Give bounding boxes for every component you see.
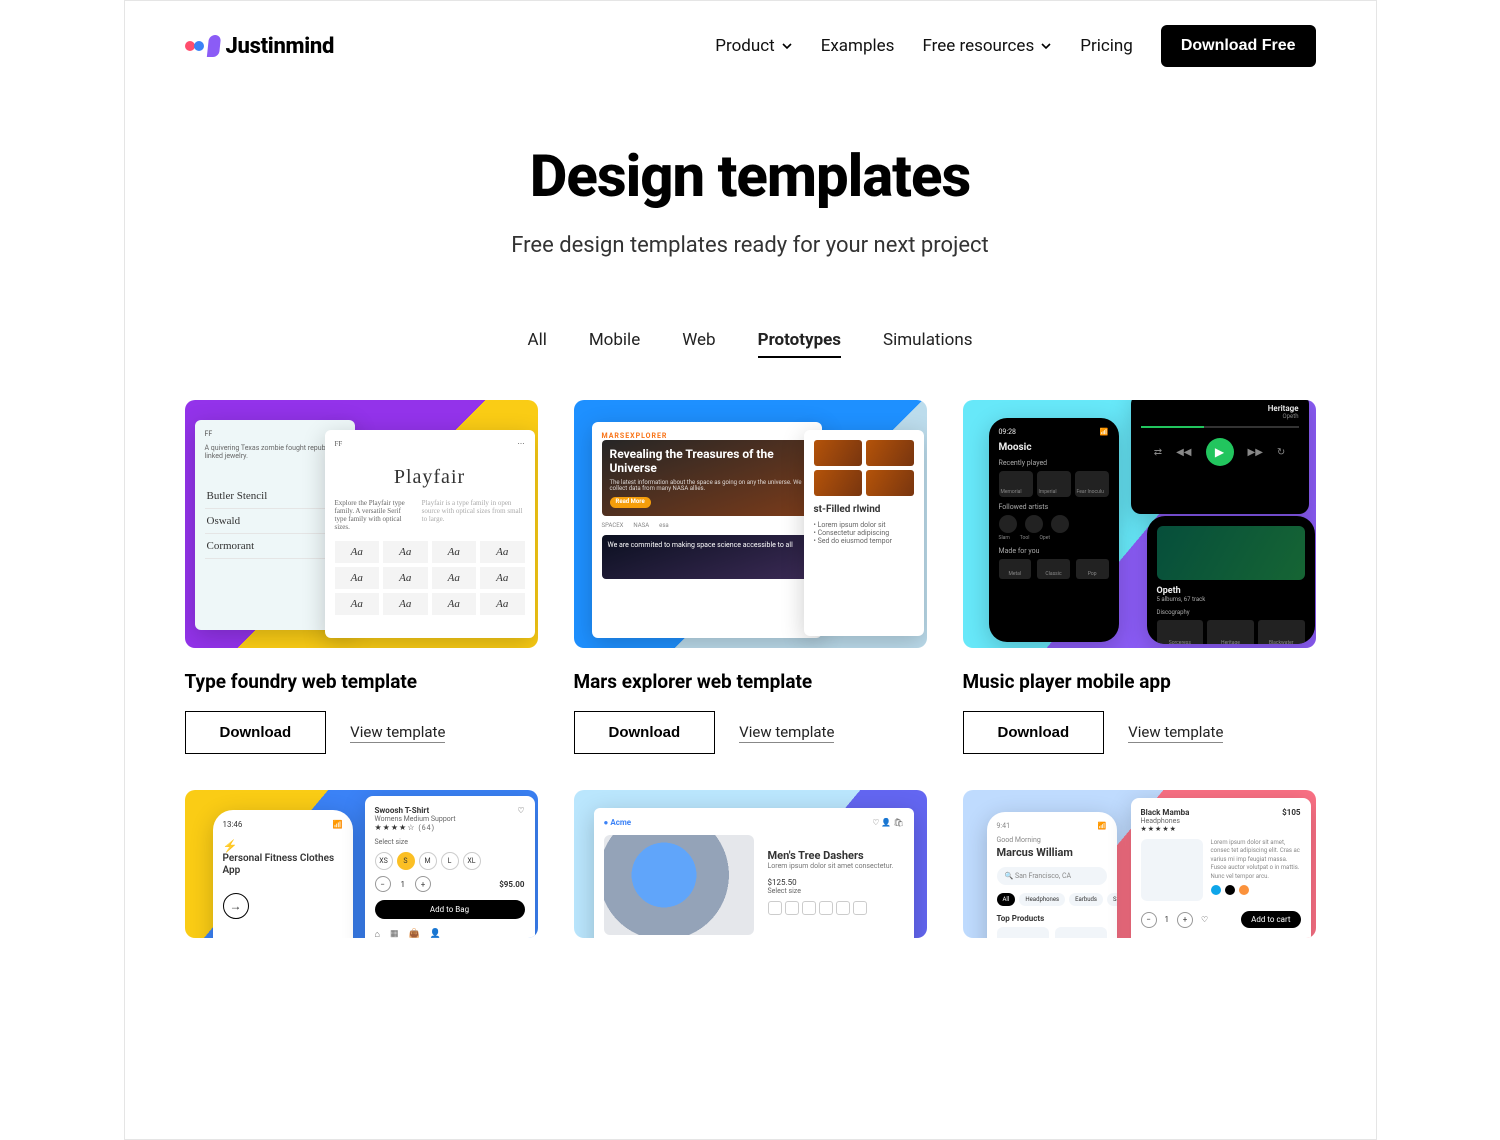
nav-product[interactable]: Product bbox=[715, 36, 792, 56]
chevron-down-icon bbox=[781, 40, 793, 52]
tab-all[interactable]: All bbox=[527, 330, 546, 358]
template-card: 09:28📶 Moosic Recently played MemorialIm… bbox=[963, 400, 1316, 754]
view-template-link[interactable]: View template bbox=[739, 723, 834, 743]
home-icon: ⌂ bbox=[375, 929, 380, 938]
arrow-right-icon: → bbox=[223, 893, 249, 919]
download-button[interactable]: Download bbox=[963, 711, 1105, 754]
download-free-button[interactable]: Download Free bbox=[1161, 25, 1316, 67]
template-thumbnail[interactable]: 9:41📶 Good Morning Marcus William 🔍 San … bbox=[963, 790, 1316, 938]
template-card: 9:41📶 Good Morning Marcus William 🔍 San … bbox=[963, 790, 1316, 938]
nav-label: Free resources bbox=[922, 36, 1034, 56]
template-card: 13:46📶 ⚡ Personal Fitness Clothes App → … bbox=[185, 790, 538, 938]
tab-simulations[interactable]: Simulations bbox=[883, 330, 972, 358]
template-actions: Download View template bbox=[963, 711, 1316, 754]
logo[interactable]: Justinmind bbox=[185, 34, 335, 59]
template-card: MARSEXPLORER Revealing the Treasures of … bbox=[574, 400, 927, 754]
filter-tabs: All Mobile Web Prototypes Simulations bbox=[125, 330, 1376, 358]
nav-label: Product bbox=[715, 36, 774, 56]
main-nav: Product Examples Free resources Pricing … bbox=[715, 25, 1315, 67]
hero: Design templates Free design templates r… bbox=[125, 143, 1376, 258]
template-card: ● Acme♡ 👤 🛍 Men's Tree Dashers Lorem ips… bbox=[574, 790, 927, 938]
mock-fitness-home: 13:46📶 ⚡ Personal Fitness Clothes App → bbox=[213, 810, 353, 938]
template-card: FF⋯ A quivering Texas zombie fought repu… bbox=[185, 400, 538, 754]
page-subtitle: Free design templates ready for your nex… bbox=[125, 233, 1376, 258]
download-button[interactable]: Download bbox=[185, 711, 327, 754]
mock-shop-product: Black Mamba$105 Headphones ★★★★★ Lorem i… bbox=[1131, 798, 1311, 938]
tab-web[interactable]: Web bbox=[682, 330, 715, 358]
player-controls-icon: ⇄◀◀▶▶▶↻ bbox=[1141, 438, 1299, 466]
nav-label: Pricing bbox=[1080, 36, 1133, 56]
logo-text: Justinmind bbox=[226, 34, 335, 59]
template-actions: Download View template bbox=[185, 711, 538, 754]
tab-mobile[interactable]: Mobile bbox=[589, 330, 640, 358]
mock-moosic-artist: Opeth 5 albums, 67 track Discography Sor… bbox=[1147, 516, 1315, 644]
template-title: Music player mobile app bbox=[963, 670, 1316, 693]
template-thumbnail[interactable]: 09:28📶 Moosic Recently played MemorialIm… bbox=[963, 400, 1316, 648]
mock-mars-side: st-Filled rlwind • Lorem ipsum dolor sit… bbox=[804, 430, 924, 636]
nav-label: Examples bbox=[821, 36, 895, 56]
nav-pricing[interactable]: Pricing bbox=[1080, 36, 1133, 56]
chevron-down-icon bbox=[1040, 40, 1052, 52]
mock-acme: ● Acme♡ 👤 🛍 Men's Tree Dashers Lorem ips… bbox=[594, 808, 914, 938]
mock-moosic-player: Heritage Opeth ⇄◀◀▶▶▶↻ bbox=[1131, 400, 1309, 514]
site-header: Justinmind Product Examples Free resourc… bbox=[125, 1, 1376, 91]
tab-prototypes[interactable]: Prototypes bbox=[758, 330, 841, 358]
heart-icon: ♡ bbox=[517, 806, 524, 815]
template-title: Mars explorer web template bbox=[574, 670, 927, 693]
template-thumbnail[interactable]: ● Acme♡ 👤 🛍 Men's Tree Dashers Lorem ips… bbox=[574, 790, 927, 938]
logo-icon bbox=[185, 35, 220, 57]
template-thumbnail[interactable]: FF⋯ A quivering Texas zombie fought repu… bbox=[185, 400, 538, 648]
template-thumbnail[interactable]: MARSEXPLORER Revealing the Treasures of … bbox=[574, 400, 927, 648]
bag-icon: 👜 bbox=[408, 929, 419, 938]
nav-examples[interactable]: Examples bbox=[821, 36, 895, 56]
user-icon: 👤 bbox=[430, 929, 441, 938]
nav-free-resources[interactable]: Free resources bbox=[922, 36, 1052, 56]
view-template-link[interactable]: View template bbox=[1128, 723, 1223, 743]
grid-icon: ▦ bbox=[390, 929, 399, 938]
mock-playfair: FF⋯ Playfair Explore the Playfair type f… bbox=[325, 430, 535, 638]
page-title: Design templates bbox=[125, 143, 1376, 211]
templates-grid: FF⋯ A quivering Texas zombie fought repu… bbox=[125, 358, 1376, 938]
mock-mars-main: MARSEXPLORER Revealing the Treasures of … bbox=[592, 422, 822, 638]
template-thumbnail[interactable]: 13:46📶 ⚡ Personal Fitness Clothes App → … bbox=[185, 790, 538, 938]
mock-shop-home: 9:41📶 Good Morning Marcus William 🔍 San … bbox=[987, 812, 1117, 938]
download-button[interactable]: Download bbox=[574, 711, 716, 754]
heart-icon: ♡ bbox=[1201, 915, 1208, 924]
template-title: Type foundry web template bbox=[185, 670, 538, 693]
mock-fitness-product: Swoosh T-Shirt♡ Womens Medium Support ★★… bbox=[365, 796, 535, 938]
template-actions: Download View template bbox=[574, 711, 927, 754]
play-icon: ▶ bbox=[1206, 438, 1234, 466]
product-image-icon bbox=[604, 835, 754, 935]
view-template-link[interactable]: View template bbox=[350, 723, 445, 743]
search-icon: 🔍 bbox=[1005, 872, 1014, 880]
mock-moosic-home: 09:28📶 Moosic Recently played MemorialIm… bbox=[989, 418, 1119, 642]
